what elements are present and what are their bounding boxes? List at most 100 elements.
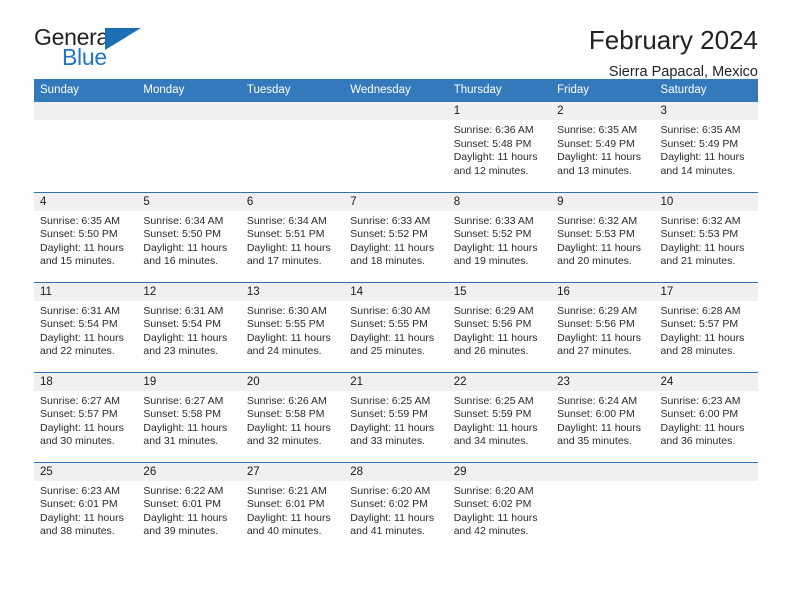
calendar-day-cell[interactable]: 18 Sunrise: 6:27 AM Sunset: 5:57 PM Dayligh… <box>34 371 138 462</box>
calendar-day-cell[interactable]: 7 Sunrise: 6:33 AM Sunset: 5:52 PM Daylight… <box>344 191 448 282</box>
daylight-text-line2: and 26 minutes. <box>453 345 529 358</box>
day-details: Sunrise: 6:33 AM Sunset: 5:52 PM Daylight:… <box>344 211 447 269</box>
daylight-text-line2: and 36 minutes. <box>660 435 736 448</box>
day-number: 7 <box>344 192 448 211</box>
sunrise-text: Sunrise: 6:29 AM <box>453 304 534 317</box>
calendar-day-cell[interactable]: 15 Sunrise: 6:29 AM Sunset: 5:56 PM Dayligh… <box>447 281 552 372</box>
sunrise-text: Sunrise: 6:23 AM <box>660 394 741 407</box>
day-details: Sunrise: 6:22 AM Sunset: 6:01 PM Daylight:… <box>137 481 240 539</box>
day-number <box>34 102 138 120</box>
daylight-text-line2: and 27 minutes. <box>557 345 632 358</box>
day-number: 25 <box>34 462 138 481</box>
calendar-day-cell[interactable]: 14 Sunrise: 6:30 AM Sunset: 5:55 PM Dayligh… <box>344 281 448 372</box>
daylight-text-line1: Daylight: 11 hours <box>350 331 435 344</box>
day-details: Sunrise: 6:33 AM Sunset: 5:52 PM Daylight:… <box>448 211 551 269</box>
calendar-day-cell[interactable]: 9 Sunrise: 6:32 AM Sunset: 5:53 PM Daylight… <box>551 191 655 282</box>
calendar-day-cell[interactable]: 1 Sunrise: 6:36 AM Sunset: 5:48 PM Daylight… <box>447 102 552 192</box>
daylight-text-line1: Daylight: 11 hours <box>143 511 228 524</box>
calendar-day-cell[interactable]: 17 Sunrise: 6:28 AM Sunset: 5:57 PM Dayligh… <box>654 281 758 372</box>
calendar-day-cell[interactable]: 11 Sunrise: 6:31 AM Sunset: 5:54 PM Dayligh… <box>34 281 138 372</box>
calendar-day-cell[interactable]: 25 Sunrise: 6:23 AM Sunset: 6:01 PM Dayligh… <box>34 461 138 552</box>
daylight-text-line1: Daylight: 11 hours <box>557 331 641 344</box>
daylight-text-line2: and 38 minutes. <box>40 525 115 538</box>
sunrise-text: Sunrise: 6:35 AM <box>660 124 741 136</box>
calendar-day-cell[interactable]: 19 Sunrise: 6:27 AM Sunset: 5:58 PM Dayligh… <box>137 371 241 462</box>
calendar-day-cell[interactable]: 26 Sunrise: 6:22 AM Sunset: 6:01 PM Dayligh… <box>137 461 241 552</box>
day-cell-content <box>34 102 138 124</box>
day-number: 19 <box>137 372 241 391</box>
daylight-text-line2: and 34 minutes. <box>453 435 529 448</box>
calendar-day-cell[interactable]: 8 Sunrise: 6:33 AM Sunset: 5:52 PM Daylight… <box>447 191 552 282</box>
calendar-day-cell[interactable]: 21 Sunrise: 6:25 AM Sunset: 5:59 PM Dayligh… <box>344 371 448 462</box>
daylight-text-line1: Daylight: 11 hours <box>246 241 331 254</box>
calendar-header-row: Sunday Monday Tuesday Wednesday Thursday… <box>34 79 758 102</box>
daylight-text-line1: Daylight: 11 hours <box>350 241 435 254</box>
calendar-day-cell[interactable]: 6 Sunrise: 6:34 AM Sunset: 5:51 PM Daylight… <box>240 191 345 282</box>
calendar-day-cell[interactable]: 2 Sunrise: 6:35 AM Sunset: 5:49 PM Daylight… <box>551 102 655 192</box>
calendar-day-cell[interactable]: 23 Sunrise: 6:24 AM Sunset: 6:00 PM Dayligh… <box>551 371 655 462</box>
day-cell-content: 10 Sunrise: 6:32 AM Sunset: 5:53 PM Dayligh… <box>654 192 758 269</box>
sunset-text: Sunset: 5:59 PM <box>350 408 428 421</box>
day-number: 5 <box>137 192 241 211</box>
weekday-header-wednesday: Wednesday <box>344 79 448 102</box>
calendar-empty-cell <box>137 102 241 192</box>
day-cell-content: 15 Sunrise: 6:29 AM Sunset: 5:56 PM Dayligh… <box>447 282 552 359</box>
calendar-day-cell[interactable]: 27 Sunrise: 6:21 AM Sunset: 6:01 PM Dayligh… <box>240 461 345 552</box>
day-number <box>654 462 758 481</box>
day-details <box>551 481 654 485</box>
calendar-empty-cell <box>551 461 655 552</box>
day-details <box>34 120 137 124</box>
sunrise-text: Sunrise: 6:36 AM <box>453 124 534 136</box>
calendar-day-cell[interactable]: 16 Sunrise: 6:29 AM Sunset: 5:56 PM Dayligh… <box>551 281 655 372</box>
calendar-day-cell[interactable]: 3 Sunrise: 6:35 AM Sunset: 5:49 PM Daylight… <box>654 102 758 192</box>
calendar-day-cell[interactable]: 4 Sunrise: 6:35 AM Sunset: 5:50 PM Daylight… <box>34 191 138 282</box>
day-details: Sunrise: 6:20 AM Sunset: 6:02 PM Daylight:… <box>344 481 447 539</box>
weekday-header-friday: Friday <box>551 79 655 102</box>
calendar-day-cell[interactable]: 24 Sunrise: 6:23 AM Sunset: 6:00 PM Dayligh… <box>654 371 758 462</box>
daylight-text-line1: Daylight: 11 hours <box>143 331 228 344</box>
sunset-text: Sunset: 6:00 PM <box>557 408 635 421</box>
day-cell-content: 6 Sunrise: 6:34 AM Sunset: 5:51 PM Daylight… <box>240 192 345 269</box>
sunset-text: Sunset: 5:50 PM <box>143 228 222 241</box>
calendar-day-cell[interactable]: 10 Sunrise: 6:32 AM Sunset: 5:53 PM Dayligh… <box>654 191 758 282</box>
calendar-day-cell[interactable]: 28 Sunrise: 6:20 AM Sunset: 6:02 PM Dayligh… <box>344 461 448 552</box>
daylight-text-line1: Daylight: 11 hours <box>660 151 745 164</box>
calendar-day-cell[interactable]: 12 Sunrise: 6:31 AM Sunset: 5:54 PM Dayligh… <box>137 281 241 372</box>
calendar-week-row: 1 Sunrise: 6:36 AM Sunset: 5:48 PM Daylight… <box>34 102 758 192</box>
sunrise-text: Sunrise: 6:33 AM <box>453 214 534 227</box>
daylight-text-line2: and 25 minutes. <box>350 345 425 358</box>
day-cell-content: 2 Sunrise: 6:35 AM Sunset: 5:49 PM Daylight… <box>551 102 655 178</box>
daylight-text-line2: and 33 minutes. <box>350 435 425 448</box>
day-details: Sunrise: 6:20 AM Sunset: 6:02 PM Daylight:… <box>448 481 551 539</box>
day-cell-content: 1 Sunrise: 6:36 AM Sunset: 5:48 PM Daylight… <box>447 102 552 178</box>
day-details: Sunrise: 6:21 AM Sunset: 6:01 PM Daylight:… <box>241 481 344 539</box>
day-cell-content: 16 Sunrise: 6:29 AM Sunset: 5:56 PM Dayligh… <box>551 282 655 359</box>
day-cell-content <box>654 462 758 485</box>
calendar-day-cell[interactable]: 29 Sunrise: 6:20 AM Sunset: 6:02 PM Dayligh… <box>447 461 552 552</box>
sunrise-text: Sunrise: 6:35 AM <box>557 124 638 136</box>
calendar-day-cell[interactable]: 22 Sunrise: 6:25 AM Sunset: 5:59 PM Dayligh… <box>447 371 552 462</box>
sunset-text: Sunset: 5:56 PM <box>557 318 635 331</box>
sunset-text: Sunset: 5:58 PM <box>246 408 325 421</box>
day-number: 29 <box>447 462 552 481</box>
daylight-text-line1: Daylight: 11 hours <box>246 421 331 434</box>
calendar-day-cell[interactable]: 20 Sunrise: 6:26 AM Sunset: 5:58 PM Dayligh… <box>240 371 345 462</box>
day-details: Sunrise: 6:29 AM Sunset: 5:56 PM Daylight:… <box>448 301 551 359</box>
daylight-text-line2: and 13 minutes. <box>557 164 632 177</box>
day-number <box>137 102 241 120</box>
day-details: Sunrise: 6:32 AM Sunset: 5:53 PM Daylight:… <box>551 211 654 269</box>
day-number: 4 <box>34 192 138 211</box>
general-blue-logo[interactable]: General Blue <box>34 26 154 76</box>
sunset-text: Sunset: 5:54 PM <box>40 318 118 331</box>
day-number: 14 <box>344 282 448 301</box>
calendar-day-cell[interactable]: 13 Sunrise: 6:30 AM Sunset: 5:55 PM Dayligh… <box>240 281 345 372</box>
day-details: Sunrise: 6:34 AM Sunset: 5:51 PM Daylight:… <box>241 211 344 269</box>
daylight-text-line1: Daylight: 11 hours <box>557 241 641 254</box>
daylight-text-line2: and 32 minutes. <box>246 435 322 448</box>
day-cell-content: 7 Sunrise: 6:33 AM Sunset: 5:52 PM Daylight… <box>344 192 448 269</box>
day-number: 1 <box>447 102 552 120</box>
day-number: 15 <box>447 282 552 301</box>
calendar-day-cell[interactable]: 5 Sunrise: 6:34 AM Sunset: 5:50 PM Daylight… <box>137 191 241 282</box>
day-cell-content: 3 Sunrise: 6:35 AM Sunset: 5:49 PM Daylight… <box>654 102 758 178</box>
day-details: Sunrise: 6:23 AM Sunset: 6:01 PM Daylight:… <box>34 481 137 539</box>
